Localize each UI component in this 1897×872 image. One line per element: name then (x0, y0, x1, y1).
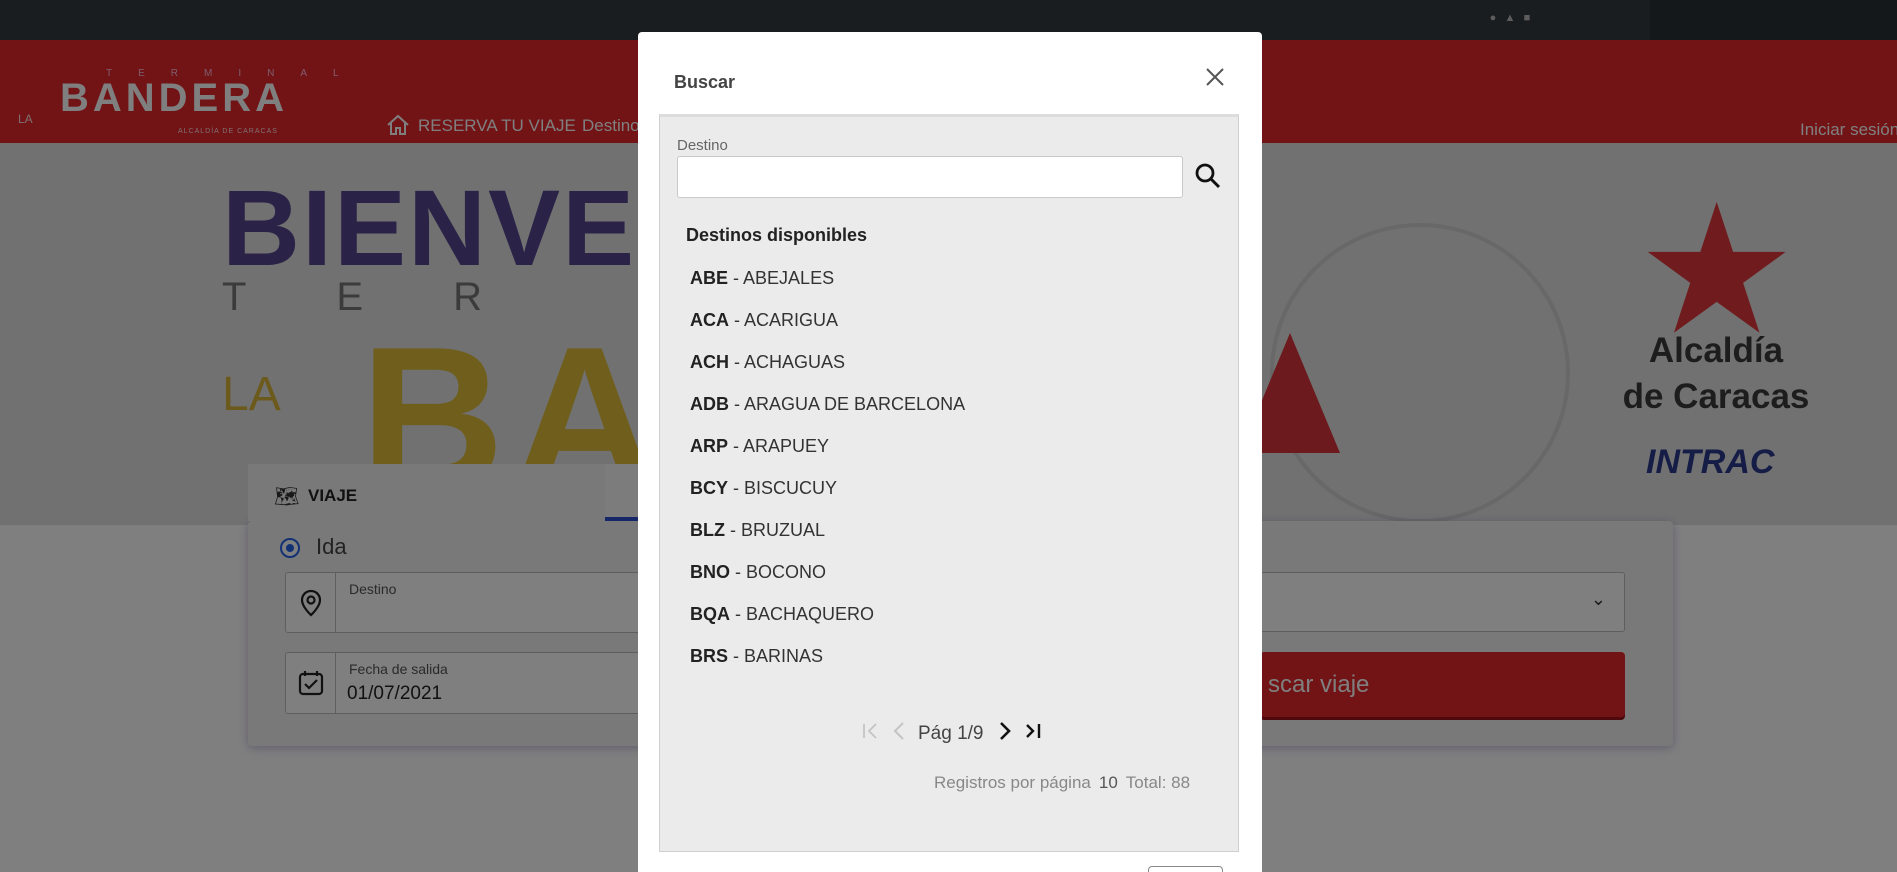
records-info: Registros por página 10 Total: 88 (934, 773, 1190, 793)
destino-code: ADB (690, 394, 729, 414)
destino-name: ABEJALES (743, 268, 835, 288)
list-item[interactable]: ACA - ACARIGUA (690, 309, 1210, 351)
destino-code: ABE (690, 268, 729, 288)
records-total: Total: 88 (1125, 773, 1191, 792)
destino-code: ACH (690, 352, 729, 372)
destino-search-label: Destino (677, 137, 728, 154)
destino-name: BACHAQUERO (746, 604, 875, 624)
destino-code: BCY (690, 478, 729, 498)
destino-name: BRUZUAL (741, 520, 826, 540)
list-item[interactable]: ACH - ACHAGUAS (690, 351, 1210, 393)
list-item[interactable]: ARP - ARAPUEY (690, 435, 1210, 477)
list-item[interactable]: BLZ - BRUZUAL (690, 519, 1210, 561)
first-page-icon[interactable] (860, 719, 882, 743)
close-icon[interactable] (1200, 62, 1230, 92)
search-modal: Buscar Destino Destinos disponibles ABE … (638, 32, 1262, 872)
destino-name: ACARIGUA (744, 310, 839, 330)
destino-name: ARAGUA DE BARCELONA (744, 394, 966, 414)
next-page-icon[interactable] (994, 719, 1016, 743)
destino-code: ARP (690, 436, 729, 456)
destinos-list-title: Destinos disponibles (686, 225, 868, 245)
destino-name: BISCUCUY (744, 478, 838, 498)
destino-code: BQA (690, 604, 730, 624)
destino-code: ACA (690, 310, 729, 330)
search-icon[interactable] (1193, 161, 1223, 191)
list-item[interactable]: BNO - BOCONO (690, 561, 1210, 603)
page-indicator: Pág 1/9 (918, 723, 984, 744)
list-item[interactable]: ADB - ARAGUA DE BARCELONA (690, 393, 1210, 435)
destino-code: BNO (690, 562, 730, 582)
destino-code: BRS (690, 646, 729, 666)
list-item[interactable]: ABE - ABEJALES (690, 267, 1210, 309)
list-item[interactable]: BQA - BACHAQUERO (690, 603, 1210, 645)
destino-code: BLZ (690, 520, 725, 540)
last-page-icon[interactable] (1022, 719, 1044, 743)
destino-name: BOCONO (746, 562, 827, 582)
pagination: Pág 1/9 (860, 717, 1060, 747)
records-per-page-label: Registros por página (934, 773, 1091, 792)
destino-name: BARINAS (744, 646, 824, 666)
modal-footer-button[interactable] (1148, 866, 1223, 872)
destino-name: ARAPUEY (743, 436, 830, 456)
modal-title: Buscar (674, 72, 736, 92)
list-item[interactable]: BCY - BISCUCUY (690, 477, 1210, 519)
records-per-page-value[interactable]: 10 (1099, 773, 1118, 792)
modal-body: Destino Destinos disponibles ABE - ABEJA… (659, 114, 1239, 852)
list-item[interactable]: BRS - BARINAS (690, 645, 1210, 687)
destino-name: ACHAGUAS (744, 352, 846, 372)
prev-page-icon[interactable] (888, 719, 910, 743)
destinos-list: ABE - ABEJALES ACA - ACARIGUA ACH - ACHA… (690, 267, 1210, 687)
destino-search-input[interactable] (677, 156, 1183, 198)
